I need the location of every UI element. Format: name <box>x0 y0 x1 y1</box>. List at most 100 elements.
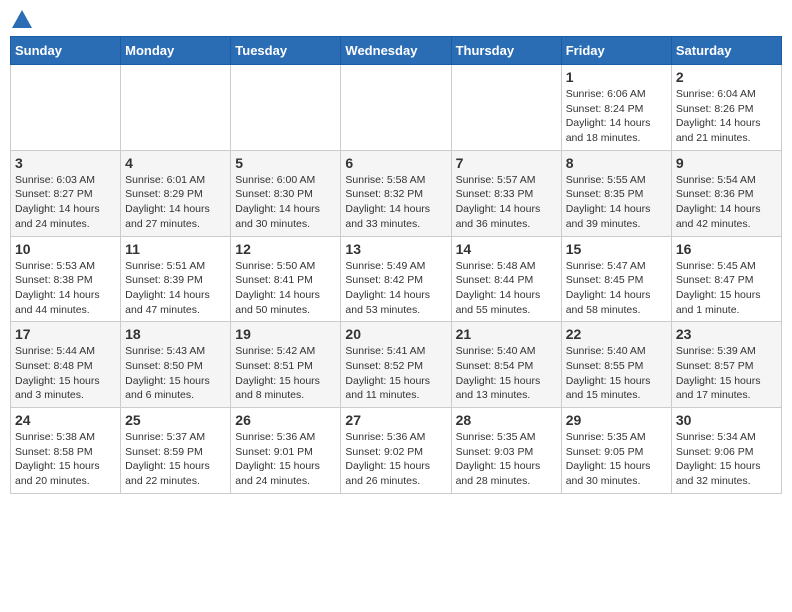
column-header-sunday: Sunday <box>11 37 121 65</box>
column-header-tuesday: Tuesday <box>231 37 341 65</box>
column-header-friday: Friday <box>561 37 671 65</box>
day-number: 25 <box>125 412 226 428</box>
logo <box>10 10 32 28</box>
day-number: 16 <box>676 241 777 257</box>
day-info: Sunrise: 5:58 AM Sunset: 8:32 PM Dayligh… <box>345 173 446 232</box>
calendar-table: SundayMondayTuesdayWednesdayThursdayFrid… <box>10 36 782 494</box>
day-info: Sunrise: 5:54 AM Sunset: 8:36 PM Dayligh… <box>676 173 777 232</box>
day-number: 24 <box>15 412 116 428</box>
day-cell: 3 Sunrise: 6:03 AM Sunset: 8:27 PM Daylig… <box>11 150 121 236</box>
day-cell: 9 Sunrise: 5:54 AM Sunset: 8:36 PM Daylig… <box>671 150 781 236</box>
day-cell: 12Sunrise: 5:50 AM Sunset: 8:41 PM Dayli… <box>231 236 341 322</box>
day-number: 23 <box>676 326 777 342</box>
day-info: Sunrise: 5:35 AM Sunset: 9:05 PM Dayligh… <box>566 430 667 489</box>
day-cell: 29Sunrise: 5:35 AM Sunset: 9:05 PM Dayli… <box>561 408 671 494</box>
day-number: 18 <box>125 326 226 342</box>
day-info: Sunrise: 5:43 AM Sunset: 8:50 PM Dayligh… <box>125 344 226 403</box>
day-info: Sunrise: 5:49 AM Sunset: 8:42 PM Dayligh… <box>345 259 446 318</box>
day-cell: 7 Sunrise: 5:57 AM Sunset: 8:33 PM Daylig… <box>451 150 561 236</box>
day-number: 19 <box>235 326 336 342</box>
day-info: Sunrise: 5:36 AM Sunset: 9:02 PM Dayligh… <box>345 430 446 489</box>
day-number: 5 <box>235 155 336 171</box>
day-number: 1 <box>566 69 667 85</box>
week-row-3: 10 Sunrise: 5:53 AM Sunset: 8:38 PM Dayli… <box>11 236 782 322</box>
day-info: Sunrise: 5:45 AM Sunset: 8:47 PM Dayligh… <box>676 259 777 318</box>
day-cell: 2 Sunrise: 6:04 AM Sunset: 8:26 PM Daylig… <box>671 65 781 151</box>
day-number: 14 <box>456 241 557 257</box>
day-number: 9 <box>676 155 777 171</box>
day-cell: 5 Sunrise: 6:00 AM Sunset: 8:30 PM Daylig… <box>231 150 341 236</box>
day-cell <box>11 65 121 151</box>
day-number: 13 <box>345 241 446 257</box>
day-info: Sunrise: 6:01 AM Sunset: 8:29 PM Dayligh… <box>125 173 226 232</box>
day-cell <box>451 65 561 151</box>
day-cell: 30 Sunrise: 5:34 AM Sunset: 9:06 PM Dayli… <box>671 408 781 494</box>
day-number: 4 <box>125 155 226 171</box>
day-cell: 17 Sunrise: 5:44 AM Sunset: 8:48 PM Dayli… <box>11 322 121 408</box>
day-number: 27 <box>345 412 446 428</box>
week-row-4: 17 Sunrise: 5:44 AM Sunset: 8:48 PM Dayli… <box>11 322 782 408</box>
day-info: Sunrise: 6:04 AM Sunset: 8:26 PM Dayligh… <box>676 87 777 146</box>
day-number: 10 <box>15 241 116 257</box>
day-cell: 16 Sunrise: 5:45 AM Sunset: 8:47 PM Dayli… <box>671 236 781 322</box>
day-info: Sunrise: 5:44 AM Sunset: 8:48 PM Dayligh… <box>15 344 116 403</box>
day-info: Sunrise: 5:36 AM Sunset: 9:01 PM Dayligh… <box>235 430 336 489</box>
day-cell: 4 Sunrise: 6:01 AM Sunset: 8:29 PM Daylig… <box>121 150 231 236</box>
day-cell: 11 Sunrise: 5:51 AM Sunset: 8:39 PM Dayli… <box>121 236 231 322</box>
day-number: 6 <box>345 155 446 171</box>
day-cell: 19 Sunrise: 5:42 AM Sunset: 8:51 PM Dayli… <box>231 322 341 408</box>
day-info: Sunrise: 5:48 AM Sunset: 8:44 PM Dayligh… <box>456 259 557 318</box>
day-info: Sunrise: 5:57 AM Sunset: 8:33 PM Dayligh… <box>456 173 557 232</box>
day-info: Sunrise: 6:00 AM Sunset: 8:30 PM Dayligh… <box>235 173 336 232</box>
page-header <box>10 10 782 28</box>
day-number: 26 <box>235 412 336 428</box>
day-number: 8 <box>566 155 667 171</box>
day-cell: 25Sunrise: 5:37 AM Sunset: 8:59 PM Dayli… <box>121 408 231 494</box>
day-number: 3 <box>15 155 116 171</box>
column-header-monday: Monday <box>121 37 231 65</box>
day-number: 11 <box>125 241 226 257</box>
day-info: Sunrise: 5:34 AM Sunset: 9:06 PM Dayligh… <box>676 430 777 489</box>
day-number: 12 <box>235 241 336 257</box>
day-cell: 6 Sunrise: 5:58 AM Sunset: 8:32 PM Daylig… <box>341 150 451 236</box>
day-cell: 10 Sunrise: 5:53 AM Sunset: 8:38 PM Dayli… <box>11 236 121 322</box>
day-number: 30 <box>676 412 777 428</box>
day-number: 7 <box>456 155 557 171</box>
day-cell: 15Sunrise: 5:47 AM Sunset: 8:45 PM Dayli… <box>561 236 671 322</box>
day-cell: 24 Sunrise: 5:38 AM Sunset: 8:58 PM Dayli… <box>11 408 121 494</box>
day-cell: 18 Sunrise: 5:43 AM Sunset: 8:50 PM Dayli… <box>121 322 231 408</box>
day-info: Sunrise: 6:03 AM Sunset: 8:27 PM Dayligh… <box>15 173 116 232</box>
day-number: 20 <box>345 326 446 342</box>
day-info: Sunrise: 5:35 AM Sunset: 9:03 PM Dayligh… <box>456 430 557 489</box>
day-cell: 21 Sunrise: 5:40 AM Sunset: 8:54 PM Dayli… <box>451 322 561 408</box>
day-info: Sunrise: 5:39 AM Sunset: 8:57 PM Dayligh… <box>676 344 777 403</box>
day-info: Sunrise: 5:42 AM Sunset: 8:51 PM Dayligh… <box>235 344 336 403</box>
day-number: 21 <box>456 326 557 342</box>
day-number: 17 <box>15 326 116 342</box>
day-cell: 26 Sunrise: 5:36 AM Sunset: 9:01 PM Dayli… <box>231 408 341 494</box>
day-number: 2 <box>676 69 777 85</box>
day-cell: 8 Sunrise: 5:55 AM Sunset: 8:35 PM Daylig… <box>561 150 671 236</box>
day-info: Sunrise: 5:55 AM Sunset: 8:35 PM Dayligh… <box>566 173 667 232</box>
day-number: 28 <box>456 412 557 428</box>
day-cell: 23 Sunrise: 5:39 AM Sunset: 8:57 PM Dayli… <box>671 322 781 408</box>
calendar-header-row: SundayMondayTuesdayWednesdayThursdayFrid… <box>11 37 782 65</box>
day-info: Sunrise: 5:38 AM Sunset: 8:58 PM Dayligh… <box>15 430 116 489</box>
day-cell: 1 Sunrise: 6:06 AM Sunset: 8:24 PM Daylig… <box>561 65 671 151</box>
day-cell <box>121 65 231 151</box>
day-cell: 13 Sunrise: 5:49 AM Sunset: 8:42 PM Dayli… <box>341 236 451 322</box>
day-info: Sunrise: 5:53 AM Sunset: 8:38 PM Dayligh… <box>15 259 116 318</box>
day-info: Sunrise: 5:40 AM Sunset: 8:54 PM Dayligh… <box>456 344 557 403</box>
week-row-1: 1 Sunrise: 6:06 AM Sunset: 8:24 PM Daylig… <box>11 65 782 151</box>
logo-triangle-icon <box>12 10 32 28</box>
day-info: Sunrise: 5:51 AM Sunset: 8:39 PM Dayligh… <box>125 259 226 318</box>
day-info: Sunrise: 6:06 AM Sunset: 8:24 PM Dayligh… <box>566 87 667 146</box>
day-info: Sunrise: 5:47 AM Sunset: 8:45 PM Dayligh… <box>566 259 667 318</box>
week-row-5: 24 Sunrise: 5:38 AM Sunset: 8:58 PM Dayli… <box>11 408 782 494</box>
column-header-wednesday: Wednesday <box>341 37 451 65</box>
day-cell: 20Sunrise: 5:41 AM Sunset: 8:52 PM Dayli… <box>341 322 451 408</box>
column-header-saturday: Saturday <box>671 37 781 65</box>
day-cell <box>341 65 451 151</box>
day-cell <box>231 65 341 151</box>
day-cell: 14 Sunrise: 5:48 AM Sunset: 8:44 PM Dayli… <box>451 236 561 322</box>
